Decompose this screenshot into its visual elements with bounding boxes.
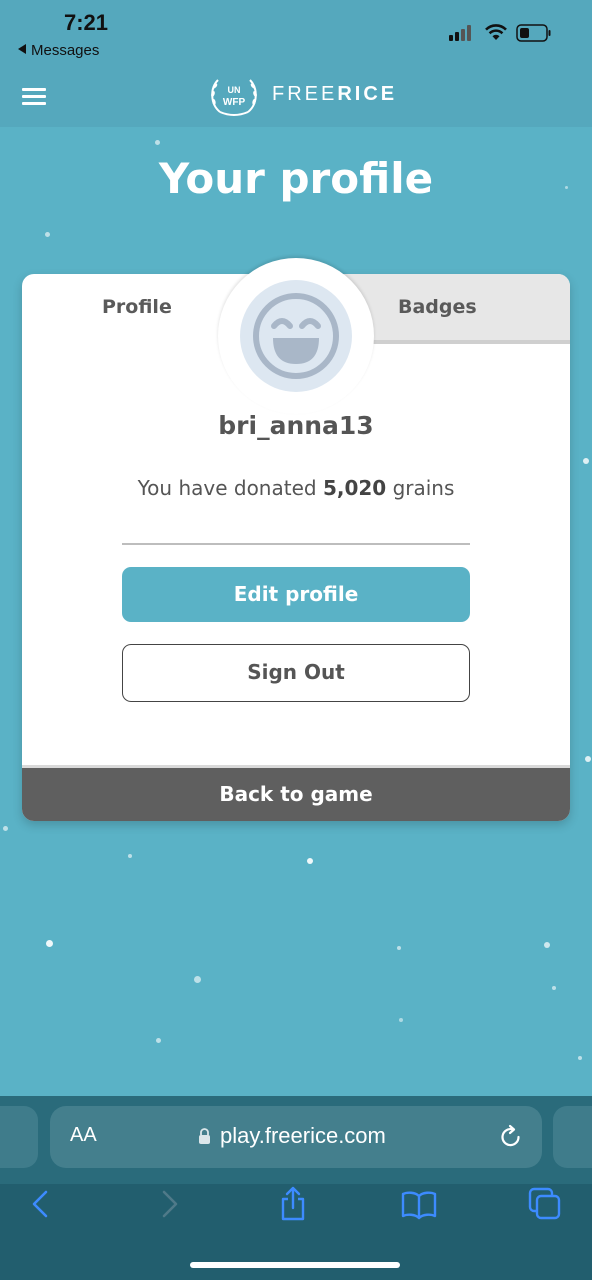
tab-profile[interactable]: Profile — [102, 296, 172, 318]
menu-icon[interactable] — [22, 88, 46, 106]
un-wfp-logo-icon: UN WFP — [211, 79, 257, 116]
lock-icon — [199, 1128, 210, 1144]
site-header: UN WFP FREERICE — [0, 64, 592, 127]
avatar — [240, 280, 352, 392]
edit-profile-button[interactable]: Edit profile — [122, 567, 470, 622]
clock: 7:21 — [64, 10, 109, 35]
battery-icon — [516, 24, 551, 42]
share-icon[interactable] — [273, 1184, 313, 1224]
previous-tab-preview[interactable] — [0, 1106, 38, 1168]
freerice-wordmark[interactable]: FREERICE — [272, 83, 397, 106]
wifi-icon — [485, 24, 507, 40]
cellular-signal-icon — [449, 25, 477, 41]
address-bar-area: AA play.freerice.com — [0, 1096, 592, 1184]
forward-icon[interactable] — [150, 1184, 190, 1224]
url-text[interactable]: play.freerice.com — [220, 1123, 386, 1149]
donated-suffix: grains — [392, 476, 455, 500]
donation-summary: You have donated 5,020 grains — [22, 476, 570, 500]
back-triangle-icon — [18, 44, 26, 54]
avatar-frame — [218, 258, 374, 414]
back-to-messages-link[interactable]: Messages — [18, 42, 99, 59]
tab-badges[interactable]: Badges — [398, 296, 477, 318]
bookmarks-icon[interactable] — [399, 1184, 439, 1224]
page-title: Your profile — [158, 154, 434, 203]
browser-toolbar: AA play.freerice.com — [0, 1096, 592, 1280]
next-tab-preview[interactable] — [553, 1106, 592, 1168]
back-icon[interactable] — [20, 1184, 60, 1224]
tabs-icon[interactable] — [525, 1184, 565, 1224]
username: bri_anna13 — [218, 411, 374, 440]
svg-text:WFP: WFP — [223, 97, 246, 108]
sign-out-button[interactable]: Sign Out — [122, 644, 470, 702]
brand-bold-text: RICE — [337, 83, 398, 105]
smiley-face-icon — [253, 293, 339, 379]
donated-amount: 5,020 — [322, 476, 387, 500]
back-to-messages-label: Messages — [31, 42, 100, 59]
svg-text:UN: UN — [228, 85, 241, 95]
donated-prefix: You have donated — [137, 476, 317, 500]
address-bar[interactable]: AA play.freerice.com — [50, 1106, 542, 1168]
back-to-game-button[interactable]: Back to game — [22, 765, 570, 821]
brand-light-text: FREE — [272, 83, 338, 105]
text-size-button[interactable]: AA — [70, 1124, 97, 1147]
reload-icon[interactable] — [499, 1124, 523, 1150]
divider — [122, 543, 470, 545]
home-indicator[interactable] — [190, 1262, 400, 1268]
status-bar: 7:21 Messages — [0, 0, 592, 64]
